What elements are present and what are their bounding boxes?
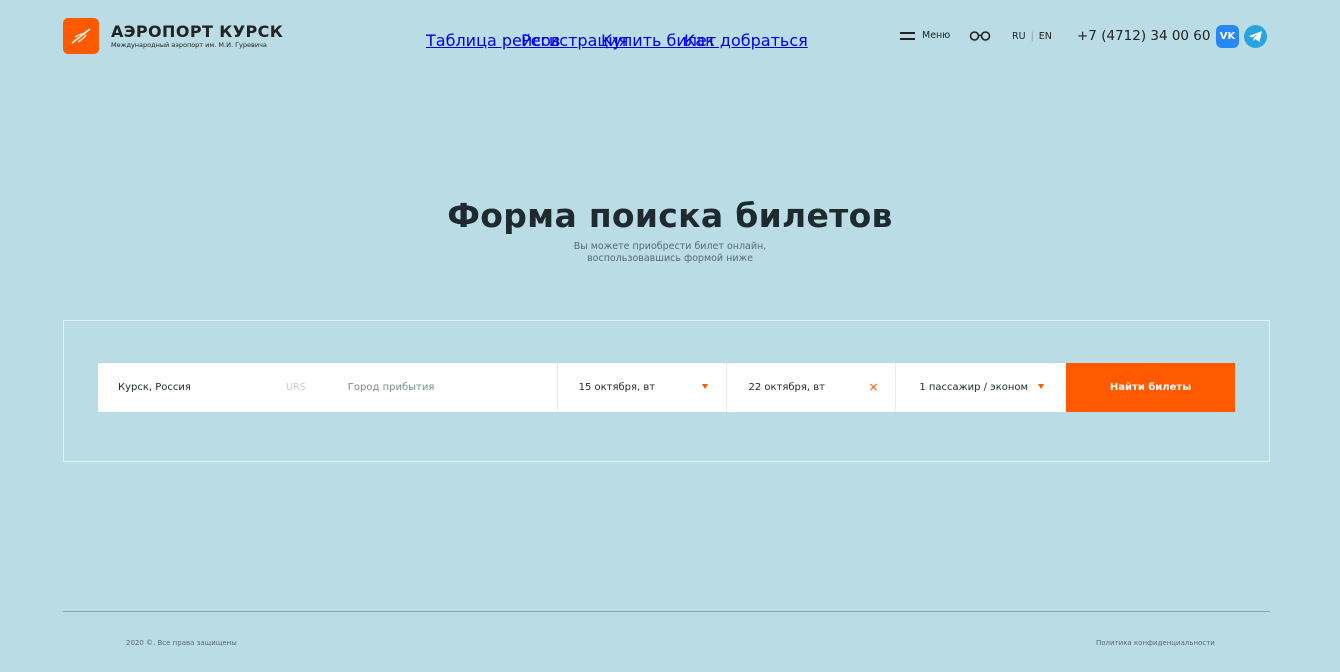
arrival-city-placeholder: Город прибытия: [347, 382, 435, 393]
departure-date-field[interactable]: 15 октября, вт: [556, 363, 727, 412]
return-date-field[interactable]: 22 октября, вт ×: [726, 363, 895, 412]
brand-subtitle: Международный аэропорт им. М.И. Гуревича: [111, 41, 267, 49]
chevron-down-icon: [701, 384, 708, 389]
page-subtitle: Вы можете приобрести билет онлайн, воспо…: [520, 241, 820, 264]
nav-item-directions[interactable]: Как добраться: [684, 31, 808, 50]
passengers-class-value: 1 пассажир / эконом: [919, 382, 1029, 393]
telegram-icon[interactable]: [1244, 25, 1267, 48]
site-header: АЭРОПОРТ КУРСК Международный аэропорт им…: [0, 0, 1340, 72]
copyright-text: 2020 ©. Все права защищены: [126, 639, 237, 647]
return-date-value: 22 октября, вт: [748, 382, 825, 393]
logo[interactable]: [63, 18, 99, 54]
find-tickets-button[interactable]: Найти билеты: [1066, 363, 1235, 412]
language-switcher: RU | EN: [1012, 31, 1052, 42]
lang-en[interactable]: EN: [1039, 31, 1052, 42]
subtitle-line-2: воспользовавшись формой ниже: [587, 252, 753, 264]
vk-icon[interactable]: VK: [1216, 25, 1239, 48]
plane-icon: [71, 28, 91, 44]
privacy-policy-link[interactable]: Политика конфиденциальности: [1096, 639, 1215, 647]
departure-airport-code: URS: [286, 382, 306, 393]
vk-label: VK: [1219, 31, 1236, 42]
phone-number[interactable]: +7 (4712) 34 00 60: [1077, 28, 1211, 44]
departure-city-field[interactable]: Курск, Россия URS: [98, 363, 328, 412]
arrival-city-field[interactable]: Город прибытия: [328, 363, 557, 412]
passengers-class-field[interactable]: 1 пассажир / эконом: [895, 363, 1066, 412]
chevron-down-icon: [1038, 384, 1045, 389]
lang-ru[interactable]: RU: [1012, 31, 1026, 42]
hamburger-icon: [900, 31, 915, 40]
page-title: Форма поиска билетов: [447, 196, 893, 235]
departure-city-value: Курск, Россия: [118, 382, 191, 393]
departure-date-value: 15 октября, вт: [578, 382, 656, 393]
brand-title[interactable]: АЭРОПОРТ КУРСК: [111, 22, 283, 41]
menu-button[interactable]: Меню: [900, 30, 950, 41]
menu-label: Меню: [922, 30, 951, 41]
lang-separator: |: [1030, 31, 1034, 42]
subtitle-line-1: Вы можете приобрести билет онлайн,: [573, 241, 767, 252]
footer-divider: [63, 611, 1270, 612]
glasses-icon[interactable]: [969, 30, 991, 42]
close-icon[interactable]: ×: [868, 380, 878, 394]
telegram-plane-glyph: [1249, 31, 1262, 42]
ticket-search-form: Курск, Россия URS Город прибытия 15 октя…: [98, 363, 1235, 412]
